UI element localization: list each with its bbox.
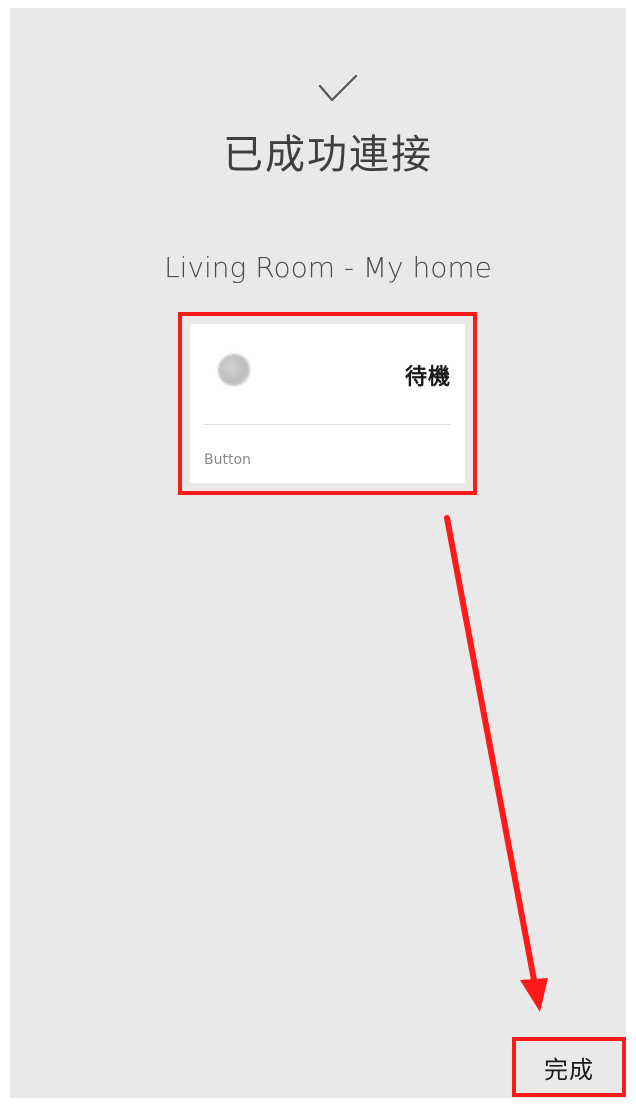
device-card[interactable]: 待機 Button (190, 324, 465, 483)
card-divider (204, 424, 451, 425)
checkmark-icon (318, 74, 358, 102)
room-home-label: Living Room - My home (164, 251, 492, 284)
done-button[interactable]: 完成 (512, 1037, 626, 1097)
device-status-label: 待機 (404, 365, 451, 390)
device-type-label: Button (204, 452, 251, 468)
connection-success-title: 已成功連接 (223, 132, 433, 178)
device-circle-icon (218, 354, 250, 386)
